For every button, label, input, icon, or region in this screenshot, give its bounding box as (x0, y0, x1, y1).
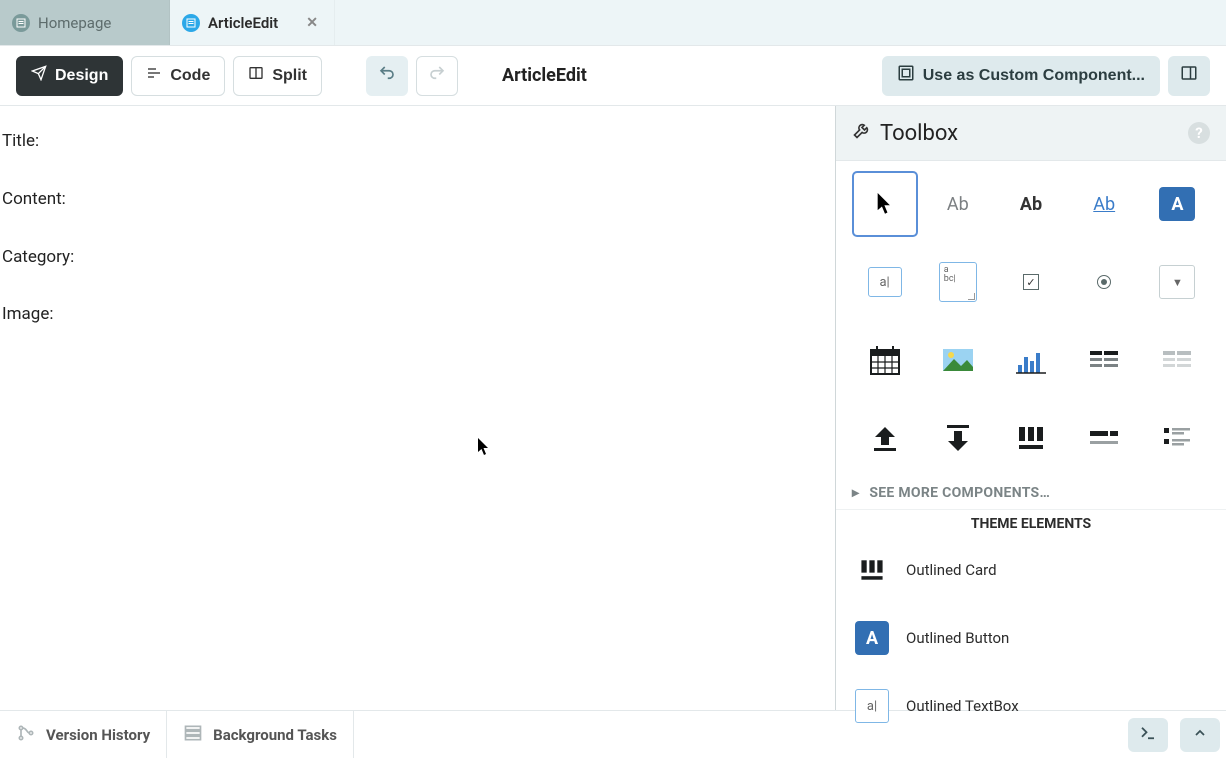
cursor-icon (477, 438, 491, 456)
tab-articleedit[interactable]: ArticleEdit ✕ (170, 0, 335, 45)
card-icon (854, 552, 890, 588)
component-checkbox[interactable]: ✓ (994, 255, 1067, 309)
panel-icon (1180, 64, 1198, 87)
theme-outlined-card[interactable]: Outlined Card (836, 536, 1226, 604)
toggle-panel-button[interactable] (1168, 56, 1210, 96)
field-label: Image: (2, 303, 831, 327)
redo-icon (428, 64, 446, 87)
component-textbox[interactable]: a| (848, 255, 921, 309)
button-label: Split (272, 67, 307, 85)
tab-homepage[interactable]: Homepage (0, 0, 170, 45)
footer-bar: Version History Background Tasks (0, 710, 1226, 758)
component-hr[interactable] (1068, 411, 1141, 465)
tab-label: Homepage (38, 14, 111, 32)
paper-plane-icon (31, 65, 47, 86)
form-icon (182, 14, 200, 32)
background-tasks-tab[interactable]: Background Tasks (167, 711, 354, 758)
theme-item-label: Outlined Card (906, 561, 997, 579)
wrench-icon (852, 120, 872, 146)
component-download[interactable] (921, 411, 994, 465)
tab-label: ArticleEdit (208, 14, 278, 32)
component-button[interactable]: A (1141, 177, 1214, 231)
component-list[interactable] (1141, 411, 1214, 465)
button-label: Code (170, 67, 210, 85)
close-icon[interactable]: ✕ (302, 15, 322, 31)
footer-tab-label: Background Tasks (213, 726, 337, 744)
footer-tab-label: Version History (46, 726, 150, 744)
use-custom-component-button[interactable]: Use as Custom Component... (882, 56, 1160, 96)
component-textarea[interactable]: abc| (921, 255, 994, 309)
help-icon[interactable]: ? (1188, 122, 1210, 144)
caret-right-icon: ▸ (852, 485, 859, 501)
console-button[interactable] (1128, 718, 1168, 752)
component-label[interactable]: Ab (921, 177, 994, 231)
design-canvas[interactable]: Title: Content: Category: Image: (0, 106, 836, 710)
expand-button[interactable] (1180, 718, 1220, 752)
component-link[interactable]: Ab (1068, 177, 1141, 231)
toolbox-header: Toolbox ? (836, 106, 1226, 161)
see-more-label: SEE MORE COMPONENTS… (869, 485, 1050, 501)
tab-bar: Homepage ArticleEdit ✕ (0, 0, 1226, 46)
component-label-bold[interactable]: Ab (994, 177, 1067, 231)
code-button[interactable]: Code (131, 56, 225, 96)
chevron-up-icon (1192, 725, 1208, 745)
history-icon (16, 723, 36, 747)
theme-outlined-button[interactable]: A Outlined Button (836, 604, 1226, 672)
toolbox-panel: Toolbox ? Ab Ab Ab A a| abc| ✓ ▼ (836, 106, 1226, 710)
toolbar: Design Code Split ArticleEdit Use as Cus… (0, 46, 1226, 106)
tasks-icon (183, 723, 203, 747)
split-icon (248, 65, 264, 86)
component-pointer[interactable] (848, 177, 921, 231)
form-icon (12, 14, 30, 32)
undo-button[interactable] (366, 56, 408, 96)
terminal-icon (1139, 724, 1157, 746)
component-calendar[interactable] (848, 333, 921, 387)
undo-icon (378, 64, 396, 87)
component-data-grid[interactable] (1068, 333, 1141, 387)
toolbox-title: Toolbox (880, 121, 958, 146)
button-label: Design (55, 67, 108, 85)
page-title: ArticleEdit (502, 65, 587, 86)
main-area: Title: Content: Category: Image: Toolbox… (0, 106, 1226, 710)
design-button[interactable]: Design (16, 56, 123, 96)
component-radio[interactable] (1068, 255, 1141, 309)
theme-elements-title: THEME ELEMENTS (836, 510, 1226, 536)
component-image[interactable] (921, 333, 994, 387)
button-label: Use as Custom Component... (923, 67, 1145, 85)
split-button[interactable]: Split (233, 56, 322, 96)
component-columns[interactable] (994, 411, 1067, 465)
redo-button[interactable] (416, 56, 458, 96)
field-label: Category: (2, 246, 831, 270)
component-grid: Ab Ab Ab A a| abc| ✓ ▼ (836, 161, 1226, 473)
field-label: Content: (2, 188, 831, 212)
lines-icon (146, 65, 162, 86)
component-icon (897, 64, 915, 87)
button-icon: A (854, 620, 890, 656)
theme-item-label: Outlined Button (906, 629, 1009, 647)
component-upload[interactable] (848, 411, 921, 465)
field-label: Title: (2, 130, 831, 154)
component-dropdown[interactable]: ▼ (1141, 255, 1214, 309)
component-chart[interactable] (994, 333, 1067, 387)
component-data-grid-light[interactable] (1141, 333, 1214, 387)
see-more-components[interactable]: ▸ SEE MORE COMPONENTS… (836, 473, 1226, 510)
version-history-tab[interactable]: Version History (0, 711, 167, 758)
